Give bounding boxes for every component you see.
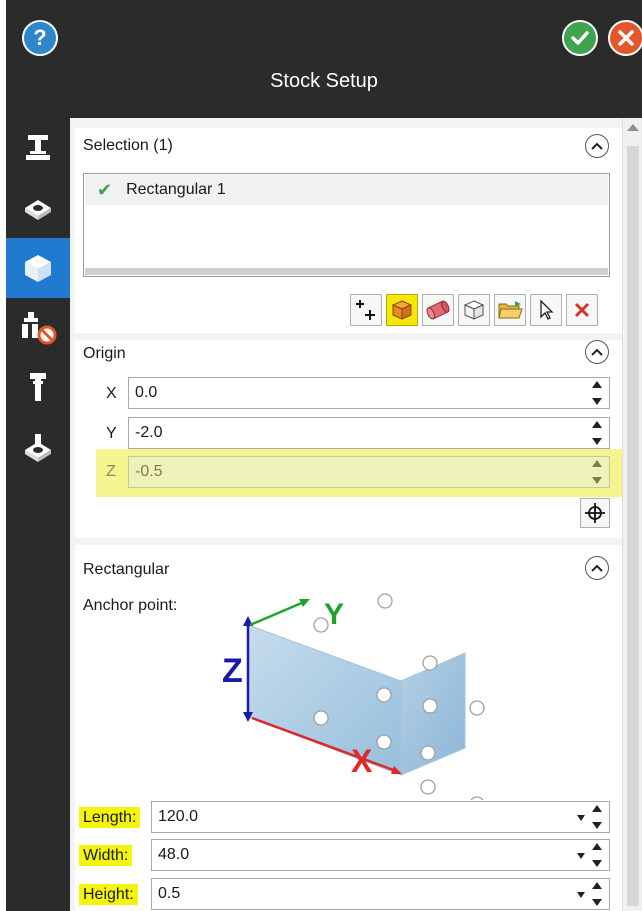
anchor-point[interactable] (313, 617, 329, 633)
select-cursor-icon[interactable] (530, 294, 562, 326)
spinner-icon[interactable] (591, 843, 603, 867)
rectangular-section: Rectangular Anchor point: Z Y X Length: … (75, 545, 622, 911)
selection-list[interactable]: ✔ Rectangular 1 (83, 173, 610, 277)
anchor-point[interactable] (376, 734, 392, 750)
height-value: 0.5 (158, 885, 181, 902)
machine-setup-icon[interactable] (6, 118, 70, 178)
length-value: 120.0 (158, 808, 199, 825)
close-icon[interactable] (608, 20, 642, 56)
wireframe-box-icon[interactable] (458, 294, 490, 326)
question-icon[interactable]: ? (22, 20, 58, 56)
page-title: Stock Setup (270, 70, 378, 92)
anchor-point[interactable] (422, 698, 438, 714)
stock-setup-icon[interactable] (6, 238, 70, 298)
chevron-up-icon[interactable] (585, 134, 609, 158)
spinner-icon[interactable] (591, 882, 603, 906)
width-label: Width: (79, 845, 133, 866)
chevron-up-icon[interactable] (585, 340, 609, 364)
horizontal-scrollbar[interactable] (85, 268, 608, 275)
anchor-point[interactable] (376, 687, 392, 703)
height-field[interactable]: 0.5 (151, 878, 610, 910)
check-icon: ✔ (97, 179, 113, 200)
chevron-down-icon[interactable] (577, 815, 585, 821)
origin-z-value: -0.5 (135, 463, 163, 480)
scrollbar-thumb[interactable] (627, 146, 639, 906)
origin-y-value: -2.0 (135, 424, 163, 441)
length-field[interactable]: 120.0 (151, 801, 610, 833)
origin-section: Origin X 0.0 Y -2.0 Z (75, 340, 622, 538)
part-setup-icon[interactable] (6, 178, 70, 238)
spinner-icon[interactable] (591, 805, 603, 829)
origin-title: Origin (83, 345, 126, 362)
width-field[interactable]: 48.0 (151, 839, 610, 871)
y-label: Y (106, 425, 117, 442)
delete-icon[interactable] (566, 294, 598, 326)
list-item-label: Rectangular 1 (126, 181, 226, 198)
spinner-icon[interactable] (591, 421, 603, 445)
cylinder-stock-icon[interactable] (422, 294, 454, 326)
origin-z-field[interactable]: -0.5 (128, 456, 610, 488)
list-item[interactable]: ✔ Rectangular 1 (85, 175, 608, 205)
anchor-point[interactable] (420, 745, 436, 761)
anchor-point[interactable] (422, 655, 438, 671)
origin-x-field[interactable]: 0.0 (128, 377, 610, 409)
axis-x-label: X (351, 743, 373, 779)
axis-z-label: Z (222, 652, 243, 690)
spinner-icon[interactable] (591, 381, 603, 405)
chevron-down-icon[interactable] (577, 892, 585, 898)
origin-x-value: 0.0 (135, 384, 158, 401)
check-icon[interactable] (562, 20, 598, 56)
fixture-avoid-icon[interactable] (6, 298, 70, 358)
x-label: X (106, 385, 117, 402)
properties-panel: Selection (1) ✔ Rectangular 1 Origin X 0… (70, 118, 622, 911)
anchor-point-label: Anchor point: (83, 597, 178, 614)
selection-title: Selection (1) (83, 137, 173, 154)
spinner-icon[interactable] (591, 460, 603, 484)
anchor-point[interactable] (377, 593, 393, 609)
height-label: Height: (79, 884, 138, 905)
anchor-point[interactable] (313, 710, 329, 726)
open-folder-icon[interactable] (494, 294, 526, 326)
title-bar: ? Stock Setup (0, 0, 642, 118)
sidebar (6, 118, 70, 911)
width-value: 48.0 (158, 846, 190, 863)
vertical-scrollbar[interactable] (622, 118, 642, 911)
selection-section: Selection (1) ✔ Rectangular 1 (75, 128, 622, 333)
origin-y-field[interactable]: -2.0 (128, 417, 610, 449)
chevron-up-icon[interactable] (585, 556, 609, 580)
crosshair-icon[interactable] (580, 498, 610, 528)
scroll-up-icon[interactable] (627, 124, 639, 131)
add-stock-icon[interactable] (350, 294, 382, 326)
z-label-visible: Z (106, 463, 116, 480)
anchor-point[interactable] (469, 700, 485, 716)
length-label: Length: (79, 807, 141, 828)
box-stock-icon[interactable] (386, 294, 418, 326)
rectangular-title: Rectangular (83, 561, 170, 578)
anchor-point-diagram: Z Y X (222, 593, 485, 800)
anchor-point[interactable] (470, 796, 484, 800)
chevron-down-icon[interactable] (577, 853, 585, 859)
tool-icon[interactable] (6, 358, 70, 418)
stock-cut-icon[interactable] (6, 418, 70, 478)
anchor-point[interactable] (420, 779, 436, 795)
